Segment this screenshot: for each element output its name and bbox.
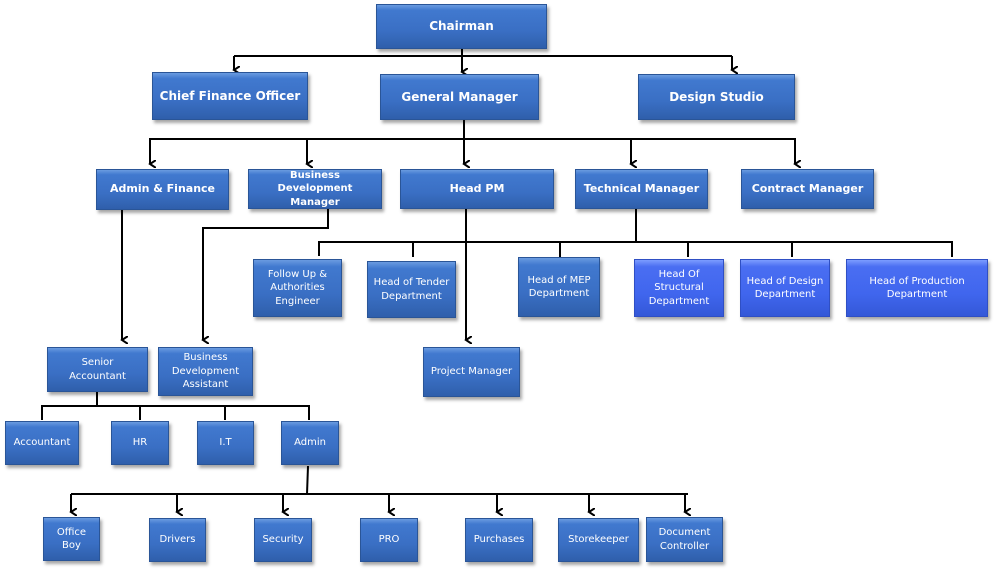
connector (41, 405, 310, 420)
node-it: I.T (197, 421, 254, 465)
node-general-manager: General Manager (380, 74, 539, 120)
node-chief-finance-officer: Chief Finance Officer (152, 72, 308, 120)
node-storekeeper: Storekeeper (558, 518, 639, 562)
node-head-of-production-department: Head of Production Department (846, 259, 988, 317)
node-head-of-design-department: Head of Design Department (740, 259, 830, 317)
node-technical-manager: Technical Manager (575, 169, 708, 209)
connector (306, 465, 309, 495)
node-head-pm: Head PM (400, 169, 554, 209)
node-pro: PRO (360, 518, 418, 562)
node-head-of-structural-department: Head Of Structural Department (634, 259, 724, 317)
node-document-controller: Document Controller (646, 517, 723, 562)
node-purchases: Purchases (465, 518, 533, 562)
node-drivers: Drivers (149, 518, 206, 562)
node-admin-finance: Admin & Finance (96, 169, 229, 210)
node-hr: HR (111, 421, 169, 465)
node-contract-manager: Contract Manager (741, 169, 874, 209)
node-office-boy: Office Boy (43, 517, 100, 561)
node-head-of-tender-department: Head of Tender Department (367, 261, 456, 318)
node-business-development-manager: Business Development Manager (248, 169, 382, 209)
node-business-development-assistant: Business Development Assistant (158, 347, 253, 396)
node-security: Security (254, 518, 312, 562)
node-follow-up-authorities-engineer: Follow Up & Authorities Engineer (253, 259, 342, 317)
connector (149, 138, 796, 150)
node-head-of-mep-department: Head of MEP Department (518, 257, 600, 317)
node-senior-accountant: Senior Accountant (47, 347, 148, 392)
node-chairman: Chairman (376, 4, 547, 49)
node-admin: Admin (281, 421, 339, 465)
node-accountant: Accountant (5, 421, 79, 465)
node-design-studio: Design Studio (638, 74, 795, 120)
node-project-manager: Project Manager (423, 347, 520, 397)
